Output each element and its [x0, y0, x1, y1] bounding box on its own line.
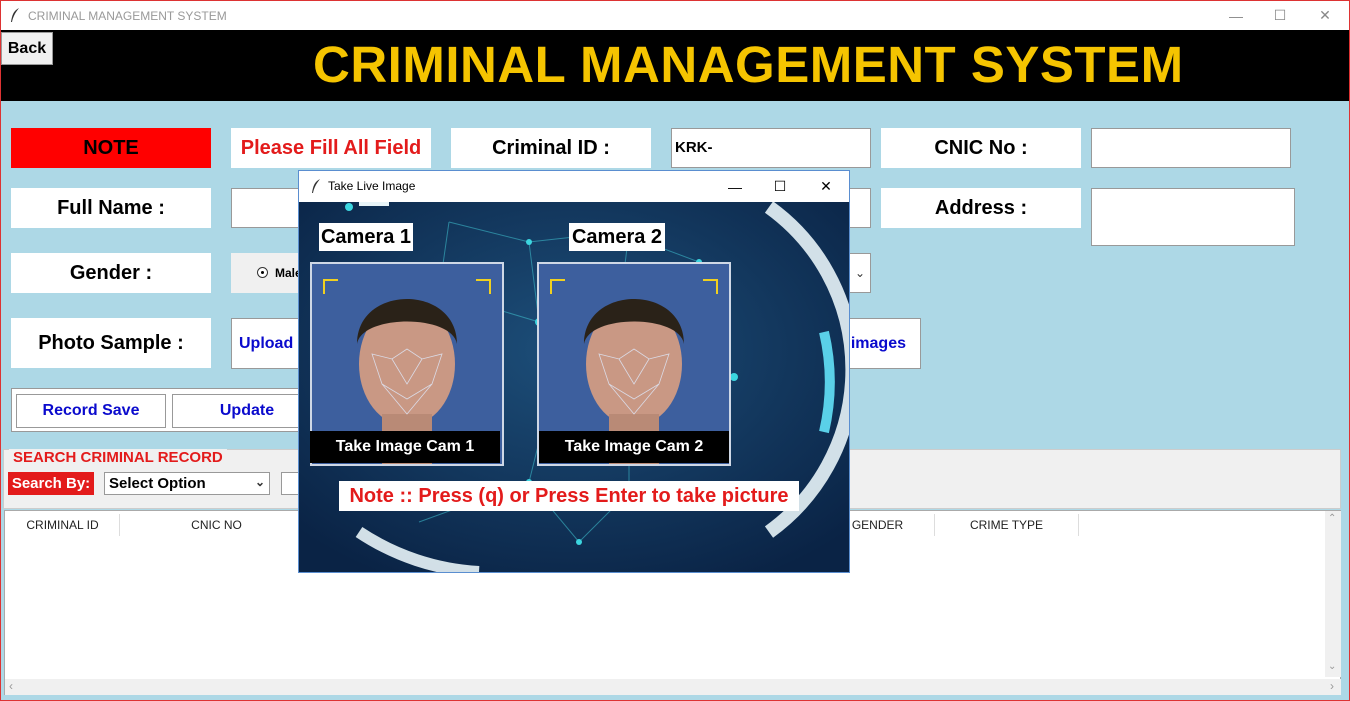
maximize-button[interactable]: ☐: [1257, 1, 1303, 30]
minimize-button[interactable]: —: [1213, 1, 1259, 30]
chevron-down-icon[interactable]: ⌄: [849, 253, 871, 293]
window-title: CRIMINAL MANAGEMENT SYSTEM: [28, 9, 227, 23]
close-button[interactable]: ✕: [1302, 1, 1348, 30]
dialog-maximize-button[interactable]: ☐: [757, 172, 803, 201]
full-name-label: Full Name :: [11, 188, 211, 228]
gender-label: Gender :: [11, 253, 211, 293]
search-by-select[interactable]: Select Option ⌄: [104, 472, 270, 495]
cnic-field[interactable]: [1091, 128, 1291, 168]
main-window: CRIMINAL MANAGEMENT SYSTEM — ☐ ✕ CRIMINA…: [0, 0, 1350, 701]
horizontal-scrollbar[interactable]: ‹ ›: [5, 679, 1341, 695]
dialog-note: Note :: Press (q) or Press Enter to take…: [339, 481, 799, 511]
record-save-button[interactable]: Record Save: [16, 394, 166, 428]
camera-2-label: Camera 2: [569, 223, 665, 251]
dialog-title: Take Live Image: [328, 179, 416, 193]
feather-icon: [310, 178, 322, 199]
column-header-cnic-no[interactable]: CNIC NO: [120, 514, 314, 536]
dialog-title-bar: Take Live Image — ☐ ✕: [299, 171, 849, 202]
cnic-label: CNIC No :: [881, 128, 1081, 168]
note-label: NOTE: [11, 128, 211, 168]
scroll-up-icon[interactable]: ⌃: [1328, 513, 1336, 524]
address-field[interactable]: [1091, 188, 1295, 246]
back-button[interactable]: Back: [1, 32, 53, 65]
search-frame-title: SEARCH CRIMINAL RECORD: [9, 449, 227, 466]
search-by-label: Search By:: [8, 472, 94, 495]
images-button[interactable]: images: [839, 318, 921, 369]
column-header-criminal-id[interactable]: CRIMINAL ID: [6, 514, 120, 536]
app-title: CRIMINAL MANAGEMENT SYSTEM: [313, 36, 1184, 93]
criminal-id-field[interactable]: KRK-: [671, 128, 871, 168]
dialog-minimize-button[interactable]: —: [712, 172, 758, 201]
photo-sample-label: Photo Sample :: [11, 318, 211, 368]
vertical-scrollbar[interactable]: ⌃ ⌄: [1325, 511, 1341, 677]
chevron-down-icon: ⌄: [254, 475, 265, 489]
radio-dot-icon: [261, 271, 264, 274]
address-label: Address :: [881, 188, 1081, 228]
camera-1-label: Camera 1: [319, 223, 413, 251]
scroll-right-icon[interactable]: ›: [1330, 679, 1334, 693]
title-bar: CRIMINAL MANAGEMENT SYSTEM — ☐ ✕: [1, 1, 1349, 30]
dialog-close-button[interactable]: ✕: [803, 172, 849, 201]
search-by-select-value: Select Option: [109, 475, 206, 492]
scroll-left-icon[interactable]: ‹: [9, 679, 13, 693]
criminal-id-label: Criminal ID :: [451, 128, 651, 168]
feather-icon: [9, 7, 21, 28]
take-image-cam-1-button[interactable]: Take Image Cam 1: [310, 431, 500, 463]
scroll-down-icon[interactable]: ⌄: [1328, 661, 1336, 672]
take-live-image-dialog: Take Live Image — ☐ ✕ Camera 1 Take Imag…: [298, 170, 850, 573]
radio-male[interactable]: [257, 267, 268, 278]
note-text: Please Fill All Field: [231, 128, 431, 168]
take-image-cam-2-button[interactable]: Take Image Cam 2: [539, 431, 729, 463]
column-header-crime-type[interactable]: CRIME TYPE: [935, 514, 1079, 536]
